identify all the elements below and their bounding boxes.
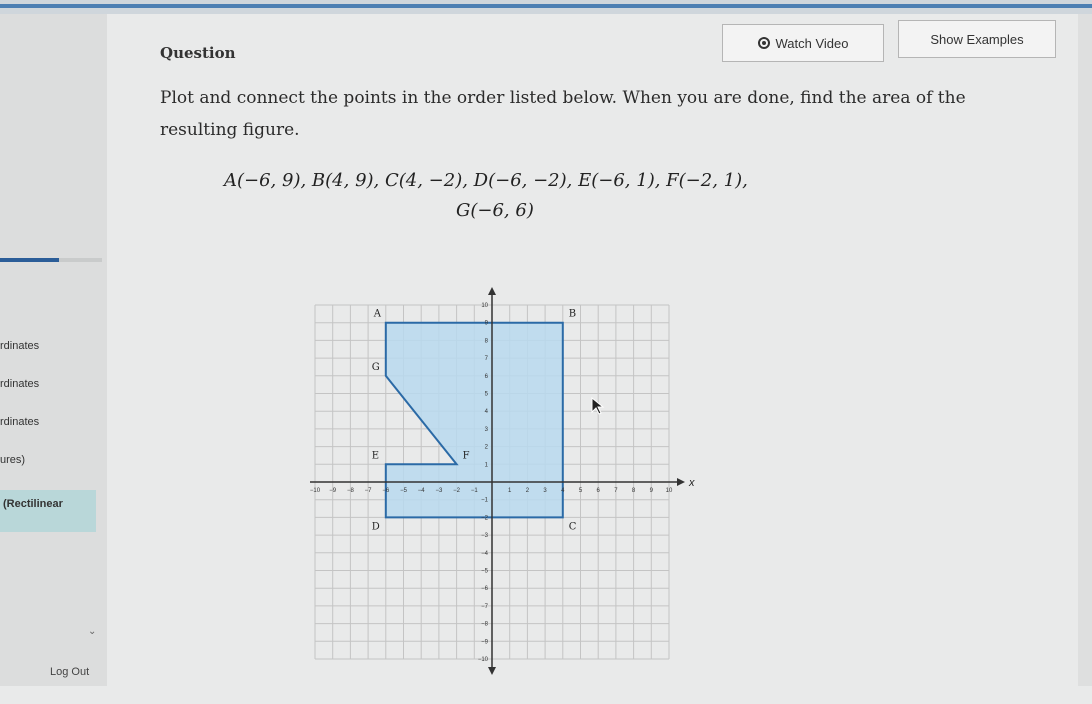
watch-video-button[interactable]: Watch Video <box>722 24 884 62</box>
x-tick-label: −7 <box>365 488 373 494</box>
coordinate-grid[interactable]: xy−10−9−8−7−6−5−4−3−2−112345678910−10−9−… <box>310 286 700 688</box>
top-accent-line <box>0 4 1092 8</box>
sidebar-progress-bar <box>0 258 102 262</box>
question-prompt: Plot and connect the points in the order… <box>160 88 966 140</box>
points-list-line-2: G(−6, 6) <box>456 200 534 221</box>
y-tick-label: 10 <box>481 303 488 309</box>
point-label-g: G <box>372 362 380 373</box>
watch-video-label: Watch Video <box>775 35 849 51</box>
points-list-line-1: A(−6, 9), B(4, 9), C(4, −2), D(−6, −2), … <box>224 170 748 191</box>
x-axis-label: x <box>688 477 695 489</box>
y-tick-label: −7 <box>481 604 489 610</box>
sidebar-item-coordinates-2[interactable]: rdinates <box>0 378 39 390</box>
y-tick-label: −4 <box>481 551 489 557</box>
x-tick-label: 9 <box>650 488 654 494</box>
question-heading: Question <box>160 44 236 62</box>
y-axis-arrow-up <box>488 287 496 295</box>
x-tick-label: −3 <box>435 488 443 494</box>
x-tick-label: −1 <box>471 488 479 494</box>
y-tick-label: −3 <box>481 533 489 539</box>
x-tick-label: −6 <box>382 488 390 494</box>
x-tick-label: 4 <box>561 488 565 494</box>
show-examples-label: Show Examples <box>930 31 1024 47</box>
point-label-a: A <box>373 309 382 320</box>
mouse-cursor-icon <box>591 396 605 415</box>
x-axis-arrow-right <box>677 478 685 486</box>
y-tick-label: −2 <box>481 515 489 521</box>
show-examples-button[interactable]: Show Examples <box>898 20 1056 58</box>
y-tick-label: −5 <box>481 569 489 575</box>
point-label-f: F <box>463 450 470 461</box>
logout-link[interactable]: Log Out <box>50 666 89 678</box>
point-label-c: C <box>569 521 577 532</box>
point-label-d: D <box>372 521 380 532</box>
sidebar-item-coordinates-3[interactable]: rdinates <box>0 416 39 428</box>
y-tick-label: −10 <box>478 657 489 663</box>
x-tick-label: 5 <box>579 488 583 494</box>
x-tick-label: 8 <box>632 488 636 494</box>
y-tick-label: −9 <box>481 639 489 645</box>
chevron-down-icon[interactable]: ⌄ <box>88 626 96 637</box>
x-tick-label: 7 <box>614 488 618 494</box>
sidebar-item-rectilinear[interactable]: (Rectilinear <box>0 490 96 532</box>
x-tick-label: −2 <box>453 488 461 494</box>
sidebar-item-figures[interactable]: ures) <box>0 454 25 466</box>
top-bar <box>0 0 1092 14</box>
point-label-b: B <box>569 309 576 320</box>
x-tick-label: 10 <box>666 488 673 494</box>
x-tick-label: −8 <box>347 488 355 494</box>
point-label-e: E <box>372 450 379 461</box>
x-tick-label: −5 <box>400 488 408 494</box>
y-tick-label: −8 <box>481 622 489 628</box>
y-tick-label: −6 <box>481 586 489 592</box>
x-tick-label: −9 <box>329 488 337 494</box>
x-tick-label: −10 <box>310 488 321 494</box>
y-tick-label: −1 <box>481 498 489 504</box>
play-circle-icon <box>757 37 770 49</box>
right-edge-strip <box>1078 14 1092 686</box>
x-tick-label: 6 <box>597 488 601 494</box>
x-tick-label: −4 <box>418 488 426 494</box>
y-axis-arrow-down <box>488 667 496 675</box>
sidebar-progress-fill <box>0 258 60 262</box>
sidebar-item-coordinates-1[interactable]: rdinates <box>0 340 39 352</box>
sidebar: rdinates rdinates rdinates ures) (Rectil… <box>0 14 107 686</box>
